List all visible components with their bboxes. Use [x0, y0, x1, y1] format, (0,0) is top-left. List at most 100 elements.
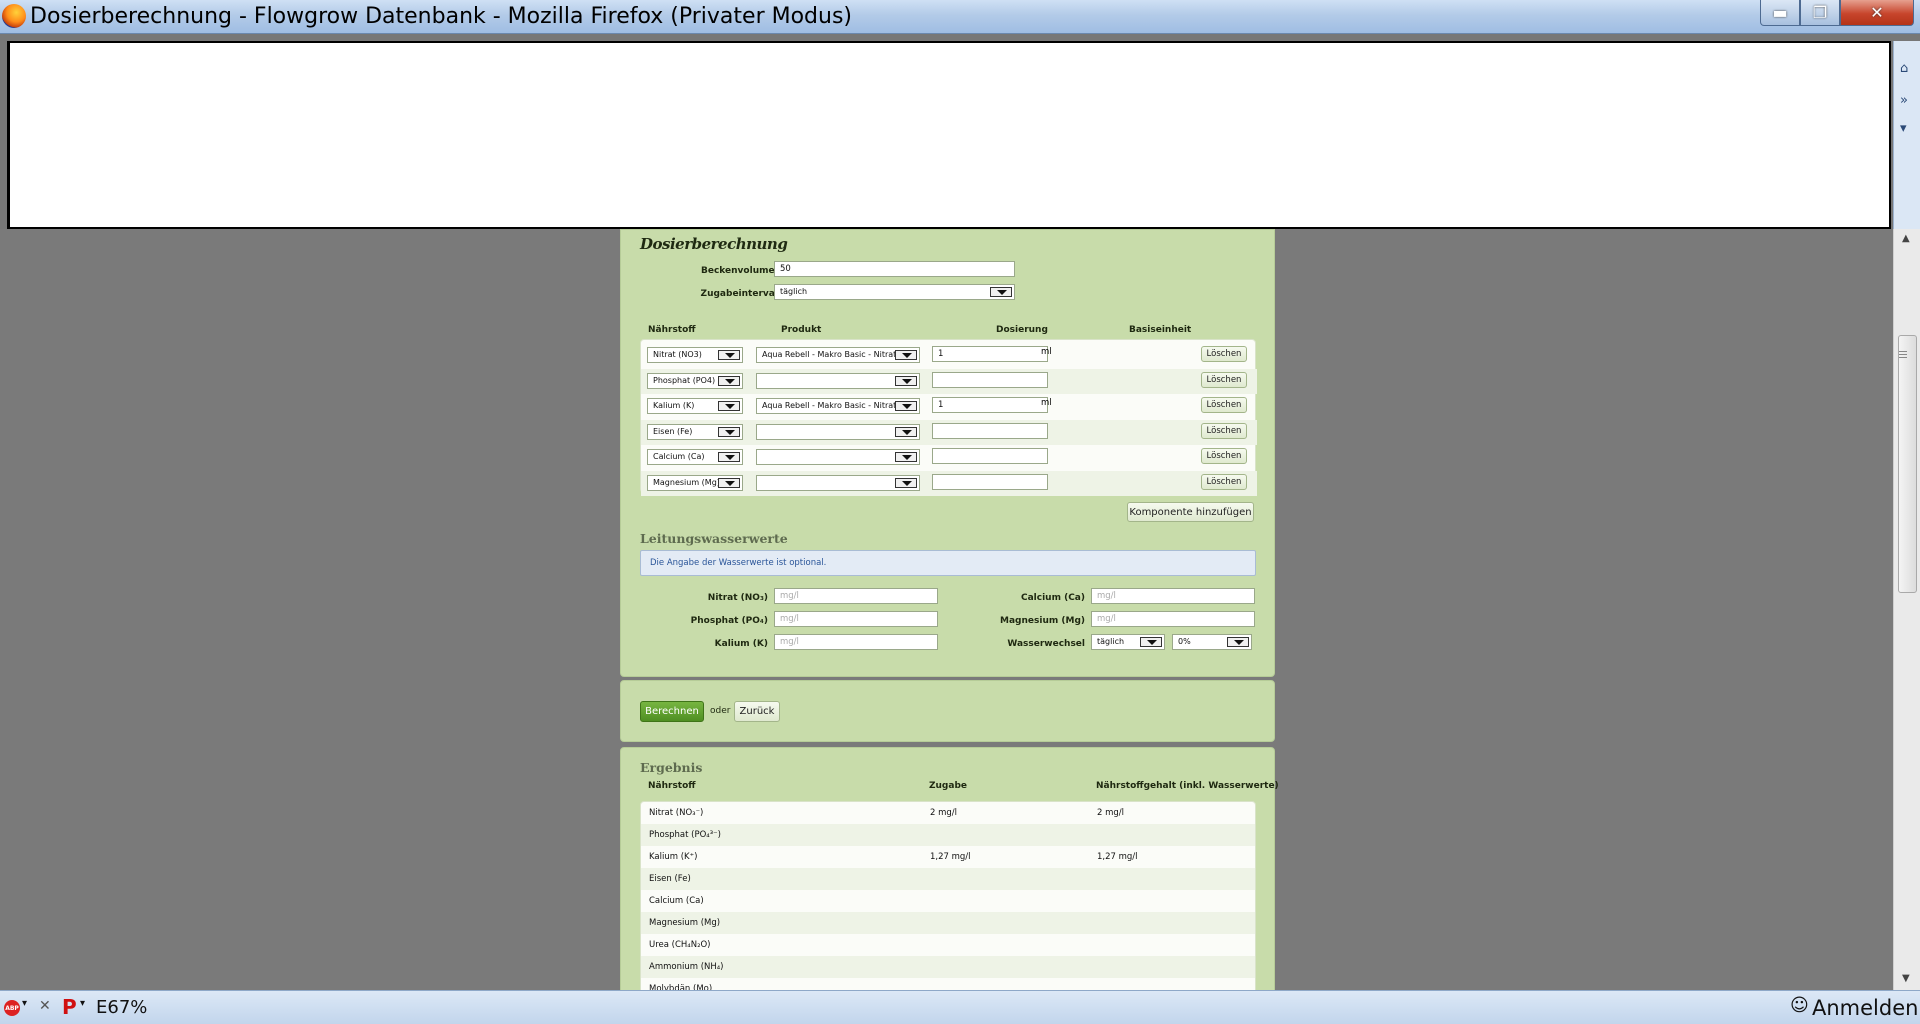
sign-in-button[interactable]: Anmelden: [1812, 996, 1918, 1020]
col-basiseinheit-header: Basiseinheit: [1129, 325, 1192, 335]
component-row: Magnesium (Mg) Löschen: [641, 470, 1257, 496]
chevron-down-icon[interactable]: [895, 477, 917, 488]
toolbar-side-strip: ⌂ » ▾: [1893, 41, 1920, 229]
naehrstoff-select[interactable]: Kalium (K): [647, 398, 743, 414]
dosierung-input[interactable]: [932, 473, 1048, 490]
produkt-select[interactable]: Aqua Rebell - Makro Basic - Nitrat: [756, 398, 920, 414]
component-row: Eisen (Fe) Löschen: [641, 419, 1257, 445]
minimize-button[interactable]: ▬: [1760, 0, 1800, 26]
home-icon[interactable]: ⌂: [1900, 61, 1908, 76]
result-table: Nitrat (NO₃⁻) 2 mg/l 2 mg/l Phosphat (PO₄³⁻…: [640, 801, 1256, 990]
basiseinheit-value: ml: [1041, 398, 1052, 408]
firefox-logo-icon[interactable]: [2, 4, 26, 28]
calculate-button[interactable]: Berechnen: [640, 701, 704, 722]
close-window-button[interactable]: ✕: [1840, 0, 1914, 26]
delete-button[interactable]: Löschen: [1201, 346, 1247, 362]
back-button[interactable]: Zurück: [734, 701, 780, 722]
chevron-down-icon[interactable]: [895, 426, 917, 437]
chevron-down-icon[interactable]: [718, 477, 740, 488]
col-dosierung-header: Dosierung: [996, 325, 1048, 335]
minimize-icon: ▬: [1772, 3, 1788, 22]
pinterest-icon[interactable]: P: [62, 995, 77, 1019]
scroll-down-icon[interactable]: ▼: [1902, 973, 1910, 984]
component-row: Calcium (Ca) Löschen: [641, 445, 1257, 470]
zugabeintervall-select[interactable]: täglich: [774, 284, 1015, 300]
result-zugabe: 1,27 mg/l: [930, 852, 971, 862]
nitrat-water-label: Nitrat (NO₃): [707, 593, 768, 603]
produkt-select[interactable]: [756, 449, 920, 465]
component-row: Phosphat (PO4) Löschen: [641, 368, 1257, 394]
dosierung-input[interactable]: [932, 448, 1048, 464]
result-row: Eisen (Fe): [641, 868, 1255, 890]
result-zugabe: 2 mg/l: [930, 808, 958, 818]
dosierung-input[interactable]: 1: [932, 397, 1048, 413]
kalium-water-label: Kalium (K): [714, 639, 768, 649]
naehrstoff-value: Phosphat (PO4): [653, 375, 716, 385]
result-col-zugabe: Zugabe: [929, 781, 967, 791]
chevron-down-icon[interactable]: [1227, 637, 1249, 647]
calcium-water-input[interactable]: mg/l: [1091, 588, 1255, 604]
kalium-water-input[interactable]: mg/l: [774, 634, 938, 650]
persona-icon[interactable]: ☺: [1790, 995, 1809, 1016]
add-component-button[interactable]: Komponente hinzufügen: [1127, 502, 1254, 522]
phosphat-water-label: Phosphat (PO₄): [690, 616, 768, 626]
dosierung-input[interactable]: [932, 371, 1048, 388]
close-addon-bar-icon[interactable]: ✕: [39, 998, 51, 1014]
chevron-down-icon[interactable]: [895, 452, 917, 462]
chevron-down-icon[interactable]: [895, 350, 917, 360]
produkt-select[interactable]: [756, 372, 920, 389]
naehrstoff-select[interactable]: Calcium (Ca): [647, 449, 743, 465]
or-text: oder: [710, 706, 731, 716]
magnesium-water-label: Magnesium (Mg): [1000, 616, 1085, 626]
restore-button[interactable]: ❐: [1800, 0, 1840, 26]
wasserwechsel-percent-select[interactable]: 0%: [1172, 634, 1252, 650]
naehrstoff-select[interactable]: Magnesium (Mg): [647, 474, 743, 491]
dosierung-input[interactable]: [932, 422, 1048, 439]
phosphat-water-input[interactable]: mg/l: [774, 611, 938, 627]
produkt-select[interactable]: Aqua Rebell - Makro Basic - Nitrat: [756, 347, 920, 363]
adblock-dropdown-icon[interactable]: ▾: [22, 998, 27, 1009]
scrollbar-thumb[interactable]: [1898, 335, 1917, 593]
chevron-down-icon[interactable]: [718, 426, 740, 437]
chevron-down-icon[interactable]: [990, 287, 1012, 297]
delete-button[interactable]: Löschen: [1201, 397, 1247, 413]
delete-button[interactable]: Löschen: [1201, 422, 1247, 439]
delete-button[interactable]: Löschen: [1201, 448, 1247, 464]
naehrstoff-select[interactable]: Eisen (Fe): [647, 423, 743, 440]
wasserwechsel-interval-select[interactable]: täglich: [1091, 634, 1165, 650]
chevron-down-icon[interactable]: [718, 452, 740, 462]
delete-button[interactable]: Löschen: [1201, 371, 1247, 388]
naehrstoff-select[interactable]: Nitrat (NO3): [647, 347, 743, 363]
magnesium-water-input[interactable]: mg/l: [1091, 611, 1255, 627]
beckenvolumen-input[interactable]: 50: [774, 261, 1015, 277]
chevron-down-icon[interactable]: [718, 401, 740, 411]
window-title-bar[interactable]: Dosierberechnung - Flowgrow Datenbank - …: [0, 0, 1920, 34]
chevron-down-icon[interactable]: [1140, 637, 1162, 647]
more-tools-icon[interactable]: »: [1900, 93, 1908, 108]
naehrstoff-select[interactable]: Phosphat (PO4): [647, 372, 743, 389]
produkt-select[interactable]: [756, 474, 920, 491]
produkt-select[interactable]: [756, 423, 920, 440]
col-naehrstoff-header: Nährstoff: [648, 325, 696, 335]
actions-panel: Berechnen oder Zurück: [620, 680, 1275, 742]
naehrstoff-value: Calcium (Ca): [653, 452, 705, 461]
dropdown-icon[interactable]: ▾: [1900, 121, 1907, 136]
result-naehrstoff: Kalium (K⁺): [649, 852, 698, 862]
chevron-down-icon[interactable]: [718, 350, 740, 360]
delete-button[interactable]: Löschen: [1201, 473, 1247, 490]
pinterest-dropdown-icon[interactable]: ▾: [80, 998, 85, 1009]
vertical-scrollbar[interactable]: ▲ ▼: [1893, 229, 1920, 990]
adblock-icon[interactable]: ABP: [4, 1000, 20, 1016]
chevron-down-icon[interactable]: [718, 375, 740, 386]
component-row: Kalium (K) Aqua Rebell - Makro Basic - Ni…: [641, 394, 1257, 419]
restore-icon: ❐: [1812, 3, 1828, 22]
result-naehrstoff: Phosphat (PO₄³⁻): [649, 830, 721, 840]
produkt-value: Aqua Rebell - Makro Basic - Nitrat: [762, 401, 897, 410]
result-panel: Ergebnis Nährstoff Zugabe Nährstoffgehal…: [620, 747, 1279, 990]
chevron-down-icon[interactable]: [895, 375, 917, 386]
scroll-up-icon[interactable]: ▲: [1902, 233, 1910, 244]
chevron-down-icon[interactable]: [895, 401, 917, 411]
nitrat-water-input[interactable]: mg/l: [774, 588, 938, 604]
dosierung-input[interactable]: 1: [932, 346, 1048, 362]
component-row: Nitrat (NO3) Aqua Rebell - Makro Basic - …: [641, 343, 1257, 368]
